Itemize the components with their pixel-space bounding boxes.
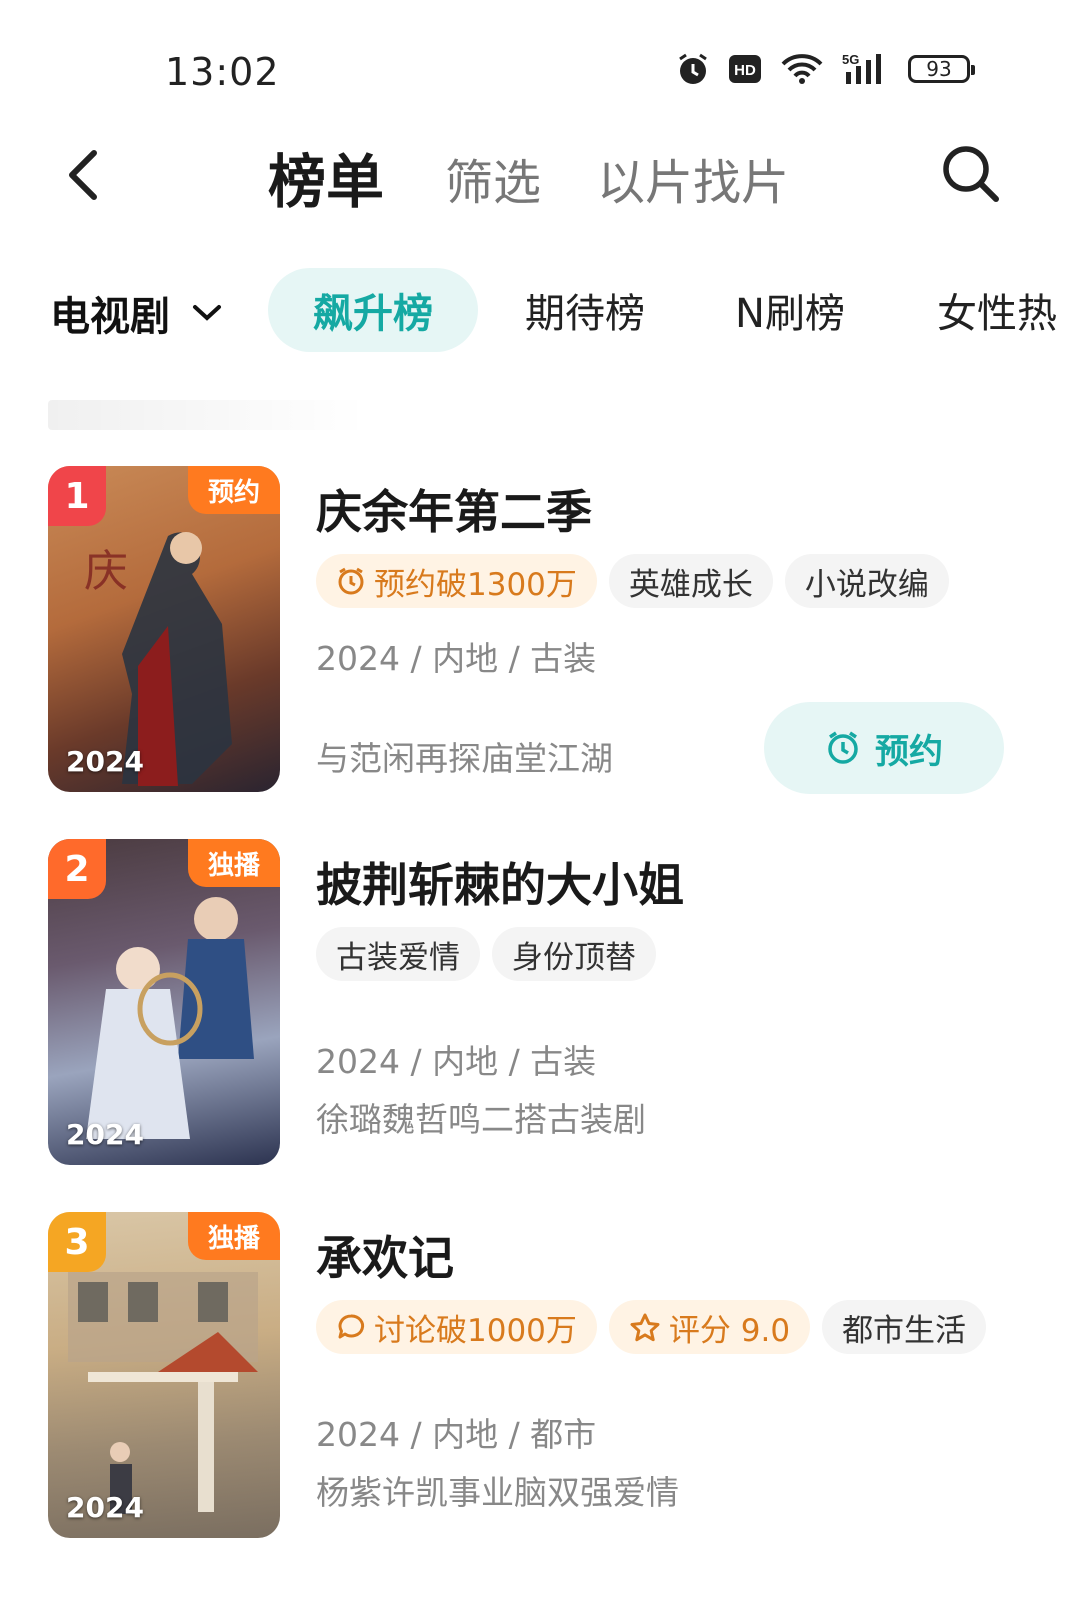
back-arrow-icon bbox=[69, 150, 97, 200]
tag: 身份顶替 bbox=[492, 927, 656, 981]
poster-year: 2024 bbox=[66, 745, 144, 778]
search-button[interactable] bbox=[940, 143, 1002, 205]
alarm-icon bbox=[828, 731, 858, 764]
item-description: 徐璐魏哲鸣二搭古装剧 bbox=[316, 1100, 646, 1139]
alarm-icon bbox=[338, 567, 364, 595]
category-bar: 电视剧 飙升榜 期待榜 N刷榜 女性热 bbox=[0, 268, 1080, 352]
5g-signal-icon: 5G bbox=[842, 52, 890, 86]
svg-text:5G: 5G bbox=[842, 52, 859, 67]
tag-list: 古装爱情 身份顶替 bbox=[316, 927, 656, 981]
svg-text:庆: 庆 bbox=[84, 546, 128, 597]
status-badge: 预约 bbox=[188, 466, 280, 514]
item-title[interactable]: 披荆斩棘的大小姐 bbox=[316, 849, 684, 915]
tab-find-by-film[interactable]: 以片找片 bbox=[597, 143, 789, 213]
tab-ranking[interactable]: 榜单 bbox=[268, 135, 384, 219]
wifi-icon bbox=[780, 53, 824, 85]
tag-label: 讨论破1000万 bbox=[374, 1312, 577, 1349]
item-description: 与范闲再探庙堂江湖 bbox=[316, 739, 613, 778]
tab-rewatch-chart[interactable]: N刷榜 bbox=[695, 268, 885, 352]
item-title[interactable]: 庆余年第二季 bbox=[316, 476, 592, 542]
hd-icon: HD bbox=[728, 54, 762, 84]
status-bar: 13:02 HD 5G 93 bbox=[0, 0, 1080, 120]
list-item[interactable]: 庆 1 预约 2024 庆余年第二季 预约破1300万 英雄成长 小说改编 20… bbox=[48, 466, 1048, 796]
tag-list: 预约破1300万 英雄成长 小说改编 bbox=[316, 554, 949, 608]
status-badge: 独播 bbox=[188, 1212, 280, 1260]
item-meta: 2024 / 内地 / 古装 bbox=[316, 1042, 597, 1081]
tab-female-hot-chart[interactable]: 女性热 bbox=[905, 268, 1080, 352]
chat-icon bbox=[338, 1314, 365, 1339]
poster-image[interactable]: 3 独播 2024 bbox=[48, 1212, 280, 1538]
search-icon bbox=[943, 146, 999, 202]
tag-label: 预约破1300万 bbox=[374, 566, 577, 603]
tag-label: 小说改编 bbox=[804, 566, 929, 603]
svg-text:HD: HD bbox=[734, 62, 756, 79]
rank-badge: 3 bbox=[48, 1212, 106, 1272]
list-item[interactable]: 3 独播 2024 承欢记 讨论破1000万 评分 9.0 都市生活 2024 … bbox=[48, 1212, 1048, 1542]
tag: 评分 9.0 bbox=[608, 1300, 811, 1354]
status-icons: HD 5G 93 bbox=[676, 52, 975, 86]
tag-label: 身份顶替 bbox=[512, 939, 636, 976]
rank-badge: 2 bbox=[48, 839, 106, 899]
status-time: 13:02 bbox=[165, 50, 280, 94]
poster-image[interactable]: 2 独播 2024 bbox=[48, 839, 280, 1165]
item-meta: 2024 / 内地 / 都市 bbox=[316, 1415, 597, 1454]
tab-anticipated-chart[interactable]: 期待榜 bbox=[490, 268, 680, 352]
poster-year: 2024 bbox=[66, 1118, 144, 1151]
tag-label: 古装爱情 bbox=[336, 939, 460, 976]
alarm-icon bbox=[676, 52, 710, 86]
tag: 小说改编 bbox=[784, 554, 949, 608]
rank-badge: 1 bbox=[48, 466, 106, 526]
category-dropdown-label: 电视剧 bbox=[50, 294, 170, 340]
tag: 都市生活 bbox=[822, 1300, 987, 1354]
poster-image[interactable]: 庆 1 预约 2024 bbox=[48, 466, 280, 792]
tag-label: 评分 9.0 bbox=[668, 1312, 791, 1349]
reserve-button[interactable]: 预约 bbox=[764, 702, 1004, 794]
chevron-down-icon bbox=[193, 305, 221, 321]
tab-filter[interactable]: 筛选 bbox=[445, 143, 541, 213]
divider bbox=[48, 400, 368, 430]
star-icon bbox=[630, 1313, 660, 1342]
top-nav: 榜单 筛选 以片找片 bbox=[0, 125, 1080, 225]
battery-indicator: 93 bbox=[908, 55, 975, 83]
item-meta: 2024 / 内地 / 古装 bbox=[316, 639, 597, 678]
reserve-button-label: 预约 bbox=[875, 731, 943, 772]
tag: 英雄成长 bbox=[608, 554, 773, 608]
poster-year: 2024 bbox=[66, 1491, 144, 1524]
tag-list: 讨论破1000万 评分 9.0 都市生活 bbox=[316, 1300, 987, 1354]
item-description: 杨紫许凯事业脑双强爱情 bbox=[316, 1473, 679, 1512]
tag: 讨论破1000万 bbox=[316, 1300, 597, 1354]
tag-label: 英雄成长 bbox=[628, 566, 753, 603]
list-item[interactable]: 2 独播 2024 披荆斩棘的大小姐 古装爱情 身份顶替 2024 / 内地 /… bbox=[48, 839, 1048, 1169]
tag-label: 都市生活 bbox=[842, 1312, 967, 1349]
item-title[interactable]: 承欢记 bbox=[316, 1222, 454, 1288]
back-button[interactable] bbox=[60, 145, 110, 205]
status-badge: 独播 bbox=[188, 839, 280, 887]
tag: 古装爱情 bbox=[316, 927, 480, 981]
tab-rising-chart[interactable]: 飙升榜 bbox=[268, 268, 478, 352]
tag: 预约破1300万 bbox=[316, 554, 597, 608]
category-dropdown[interactable]: 电视剧 bbox=[50, 284, 222, 342]
